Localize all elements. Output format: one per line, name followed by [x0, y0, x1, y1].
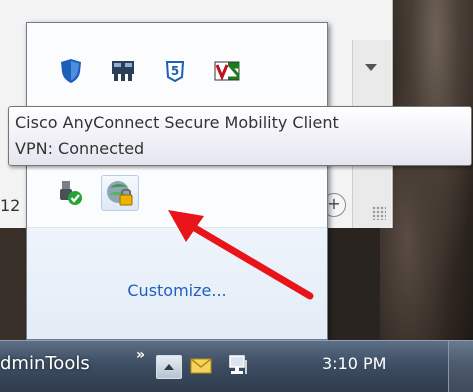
tray-icon-row: 5 — [53, 51, 245, 91]
security-shield-icon[interactable] — [53, 54, 89, 88]
show-desktop-button[interactable] — [448, 341, 473, 392]
red-arrow-annotation — [168, 210, 314, 300]
toolbar-chevron-icon[interactable]: » — [136, 347, 145, 363]
tray-icon-row — [53, 173, 139, 213]
vnc-viewer-icon[interactable] — [209, 54, 245, 88]
svg-text:5: 5 — [171, 64, 179, 78]
chevron-up-icon — [164, 364, 174, 370]
show-hidden-icons-button[interactable] — [156, 355, 182, 379]
scroll-down-arrow-icon[interactable] — [365, 64, 377, 71]
tooltip-app-name: Cisco AnyConnect Secure Mobility Client — [15, 113, 339, 132]
tray-tooltip: Cisco AnyConnect Secure Mobility Client … — [8, 106, 472, 166]
taskbar: dminTools » 3:10 PM — [0, 340, 473, 392]
network-device-icon[interactable] — [105, 54, 141, 88]
toolbar-label[interactable]: dminTools — [0, 353, 90, 374]
taskbar-clock[interactable]: 3:10 PM — [322, 354, 386, 373]
desktop-wallpaper — [380, 0, 473, 340]
resize-grip-icon[interactable] — [372, 206, 386, 220]
s5-app-icon[interactable]: 5 — [157, 54, 193, 88]
network-icon[interactable] — [226, 353, 252, 379]
mail-icon[interactable] — [188, 353, 214, 379]
tooltip-vpn-status: VPN: Connected — [15, 139, 145, 158]
cisco-anyconnect-icon[interactable] — [101, 175, 139, 211]
safely-remove-hardware-icon[interactable] — [53, 176, 89, 210]
window-partial-text: 12 — [0, 196, 21, 215]
